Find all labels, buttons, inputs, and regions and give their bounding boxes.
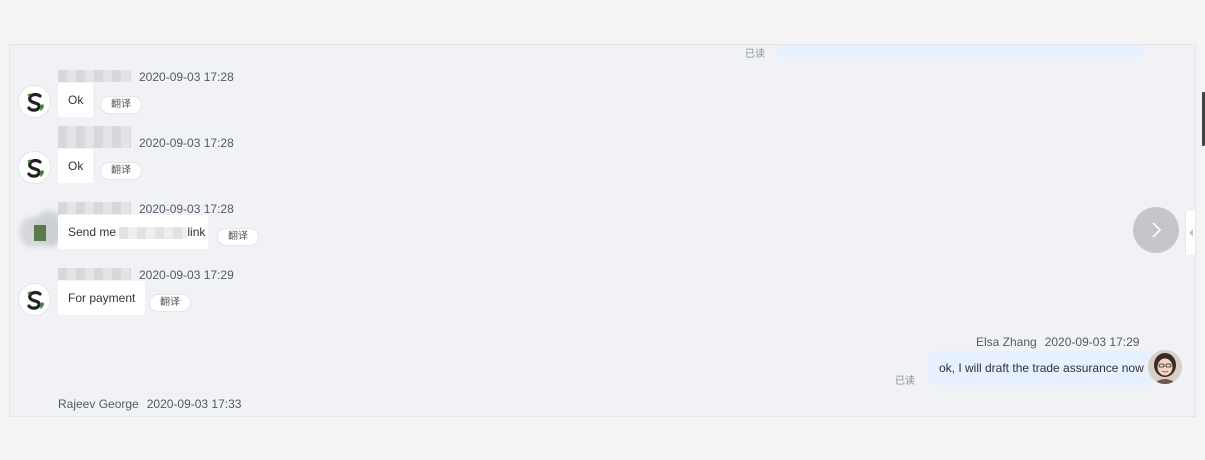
outgoing-message-bubble xyxy=(777,45,1143,57)
chevron-right-icon xyxy=(1152,222,1162,238)
message-header: Rajeev George 2020-09-03 17:33 xyxy=(58,397,241,411)
company-logo-icon xyxy=(26,290,44,310)
company-logo-icon xyxy=(26,92,44,112)
message-time: 2020-09-03 17:28 xyxy=(139,70,234,84)
outgoing-message-bubble[interactable]: ok, I will draft the trade assurance now xyxy=(929,351,1154,385)
message-time: 2020-09-03 17:28 xyxy=(139,202,234,216)
sender-name: Elsa Zhang xyxy=(976,335,1037,349)
translate-button[interactable]: 翻译 xyxy=(100,162,142,180)
translate-button[interactable]: 翻译 xyxy=(149,294,191,312)
message-time: 2020-09-03 17:33 xyxy=(146,397,242,411)
message-text: Send me xyxy=(68,225,117,239)
message-item: 2020-09-03 17:28 Ok 翻译 xyxy=(10,126,1195,202)
message-time: 2020-09-03 17:28 xyxy=(139,136,234,150)
sender-avatar[interactable] xyxy=(18,283,51,316)
message-text: link xyxy=(187,225,206,239)
message-list[interactable]: 已读 2020-09-03 17:28 Ok 翻译 2020-09-03 17:… xyxy=(9,44,1196,417)
outgoing-message-header: Elsa Zhang 2020-09-03 17:29 xyxy=(976,335,1139,349)
message-item: 2020-09-03 17:28 Send me link 翻译 xyxy=(10,202,1195,268)
sender-avatar[interactable] xyxy=(18,85,51,118)
read-status: 已读 xyxy=(895,376,915,387)
sender-name-redacted xyxy=(58,70,131,82)
message-bubble[interactable]: Ok xyxy=(58,149,94,183)
message-item: 2020-09-03 17:29 For payment 翻译 xyxy=(10,268,1195,334)
sender-name-redacted xyxy=(58,268,131,280)
user-photo-icon xyxy=(1148,350,1182,384)
translate-button[interactable]: 翻译 xyxy=(217,228,259,246)
chat-window: 已读 2020-09-03 17:28 Ok 翻译 2020-09-03 17:… xyxy=(0,0,1205,460)
message-time: 2020-09-03 17:29 xyxy=(139,268,234,282)
message-bubble[interactable]: Send me link xyxy=(58,215,208,249)
message-item: 2020-09-03 17:28 Ok 翻译 xyxy=(10,70,1195,136)
translate-button[interactable]: 翻译 xyxy=(100,96,142,114)
sender-name: Rajeev George xyxy=(58,397,139,411)
message-bubble[interactable]: For payment xyxy=(58,281,146,315)
read-status: 已读 xyxy=(745,49,765,60)
message-time: 2020-09-03 17:29 xyxy=(1044,335,1140,349)
sender-name-redacted xyxy=(58,126,131,148)
next-button[interactable] xyxy=(1133,207,1179,253)
redacted-text xyxy=(119,226,188,239)
message-bubble[interactable]: Ok xyxy=(58,83,94,117)
collapse-tab[interactable] xyxy=(1185,211,1195,255)
user-avatar[interactable] xyxy=(1148,350,1182,384)
sender-avatar[interactable] xyxy=(18,151,51,184)
company-logo-icon xyxy=(26,158,44,178)
caret-left-icon xyxy=(1189,229,1193,237)
